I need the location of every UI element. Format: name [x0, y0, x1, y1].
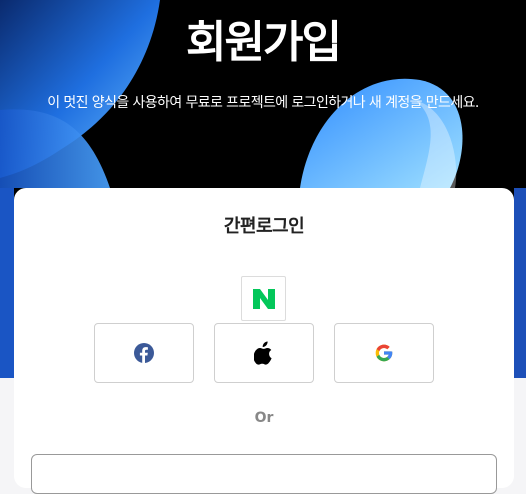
- or-divider: Or: [254, 410, 274, 426]
- easy-login-title: 간편로그인: [223, 216, 305, 237]
- google-icon: [375, 344, 393, 362]
- page-title: 회원가입: [186, 17, 342, 68]
- naver-login-button[interactable]: [241, 276, 286, 321]
- google-login-button[interactable]: [334, 323, 434, 383]
- apple-icon: [254, 341, 272, 365]
- naver-icon: [252, 288, 275, 309]
- facebook-login-button[interactable]: [94, 323, 194, 383]
- signup-card: 간편로그인 Or: [14, 188, 514, 494]
- apple-login-button[interactable]: [214, 323, 314, 383]
- email-field[interactable]: [31, 454, 497, 494]
- facebook-icon: [134, 343, 154, 363]
- page-subtitle: 이 멋진 양식을 사용하여 무료로 프로젝트에 로그인하거나 새 계정을 만드세…: [47, 95, 479, 111]
